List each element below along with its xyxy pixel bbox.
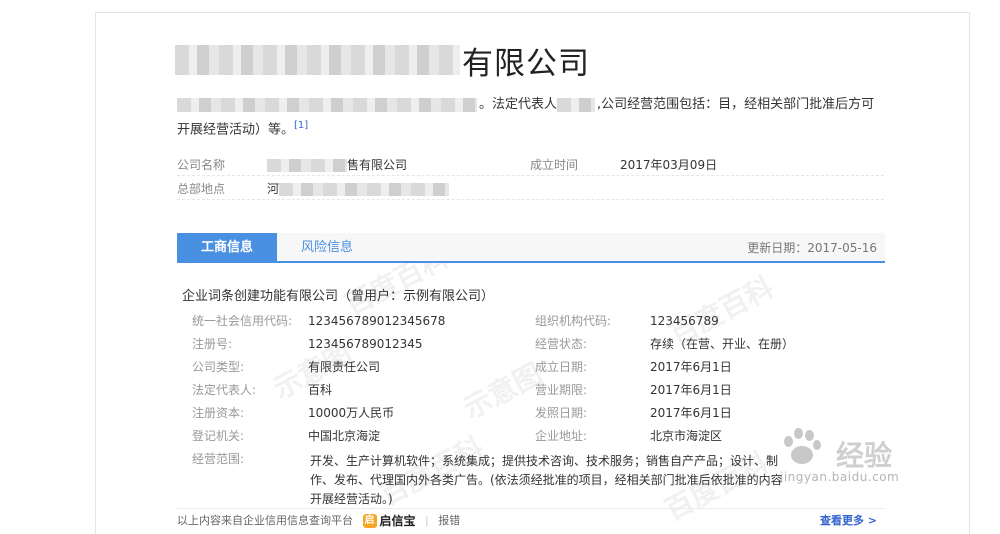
info-row: 总部地点 河: [177, 178, 884, 200]
brand-text: 经验: [836, 439, 893, 472]
field-label: 发照日期:: [535, 406, 588, 420]
page-title-text: 有限公司: [462, 45, 590, 82]
hq-label: 总部地点: [177, 182, 226, 196]
update-date: 更新日期：2017-05-16: [747, 241, 877, 255]
company-full-name: 企业词条创建功能有限公司（曾用户：示例有限公司）: [182, 289, 495, 304]
paw-icon: [780, 426, 824, 466]
footer-bar: 以上内容来自企业信用信息查询平台 启启信宝 | 报错 查看更多 >: [177, 508, 885, 534]
redacted-block: [279, 183, 450, 196]
divider: |: [425, 514, 429, 527]
field-label: 成立日期:: [535, 360, 588, 374]
page-title: 有限公司: [175, 38, 590, 82]
brand-url: jingyan.baidu.com: [780, 470, 900, 484]
field-value: 10000万人民币: [308, 406, 395, 420]
view-more-link[interactable]: 查看更多 >: [820, 509, 877, 533]
field-label: 经营范围:: [192, 452, 245, 466]
redacted-block: [177, 97, 477, 112]
field-label: 营业期限:: [535, 383, 588, 397]
field-label: 注册资本:: [192, 406, 245, 420]
field-value: 2017年6月1日: [650, 360, 732, 374]
source-text: 以上内容来自企业信用信息查询平台: [177, 514, 353, 527]
field-value: 百科: [308, 383, 333, 397]
tab-business-info[interactable]: 工商信息: [177, 233, 277, 263]
redacted-block: [267, 159, 347, 172]
field-label: 组织机构代码:: [535, 314, 612, 328]
company-name-label: 公司名称: [177, 158, 226, 172]
qixinbao-logo[interactable]: 启启信宝: [362, 509, 416, 533]
info-row: 公司名称 售有限公司 成立时间 2017年03月09日: [177, 154, 884, 176]
field-value: 2017年6月1日: [650, 383, 732, 397]
field-value: 123456789012345: [308, 337, 423, 351]
field-value: 有限责任公司: [308, 360, 381, 374]
report-error-link[interactable]: 报错: [438, 514, 460, 527]
summary-text: 。法定代表人 ,公司经营范围包括：目，经相关部门批准后方可开展经营活动）等。[1]: [177, 94, 887, 140]
hq-value: 河: [267, 178, 450, 200]
tab-bar: 工商信息 风险信息 更新日期：2017-05-16: [177, 233, 885, 263]
field-value: 北京市海淀区: [650, 429, 723, 443]
redacted-block: [175, 45, 460, 75]
founded-label: 成立时间: [530, 158, 579, 172]
baidu-jingyan-watermark: 经验 jingyan.baidu.com: [780, 418, 970, 488]
field-label: 法定代表人:: [192, 383, 257, 397]
field-label: 登记机关:: [192, 429, 245, 443]
summary-part1: 。法定代表人: [479, 97, 558, 112]
field-value: 123456789: [650, 314, 719, 328]
field-label: 公司类型:: [192, 360, 245, 374]
redacted-block: [557, 97, 596, 112]
field-value: 中国北京海淀: [308, 429, 381, 443]
basic-info-table: 公司名称 售有限公司 成立时间 2017年03月09日 总部地点 河: [177, 154, 884, 200]
field-value: 123456789012345678: [308, 314, 446, 328]
tab-risk-info[interactable]: 风险信息: [277, 233, 377, 263]
shield-icon: 启: [362, 514, 377, 528]
field-label: 企业地址:: [535, 429, 588, 443]
field-label: 经营状态:: [535, 337, 588, 351]
field-label: 注册号:: [192, 337, 233, 351]
citation-link[interactable]: [1]: [294, 120, 308, 131]
field-value: 2017年6月1日: [650, 406, 732, 420]
founded-value: 2017年03月09日: [620, 158, 718, 172]
field-value: 存续（在营、开业、在册）: [650, 337, 795, 351]
field-label: 统一社会信用代码:: [192, 314, 293, 328]
company-name-value: 售有限公司: [267, 154, 407, 176]
business-scope-value: 开发、生产计算机软件；系统集成；提供技术咨询、技术服务；销售自产产品；设计、制作…: [310, 454, 783, 506]
